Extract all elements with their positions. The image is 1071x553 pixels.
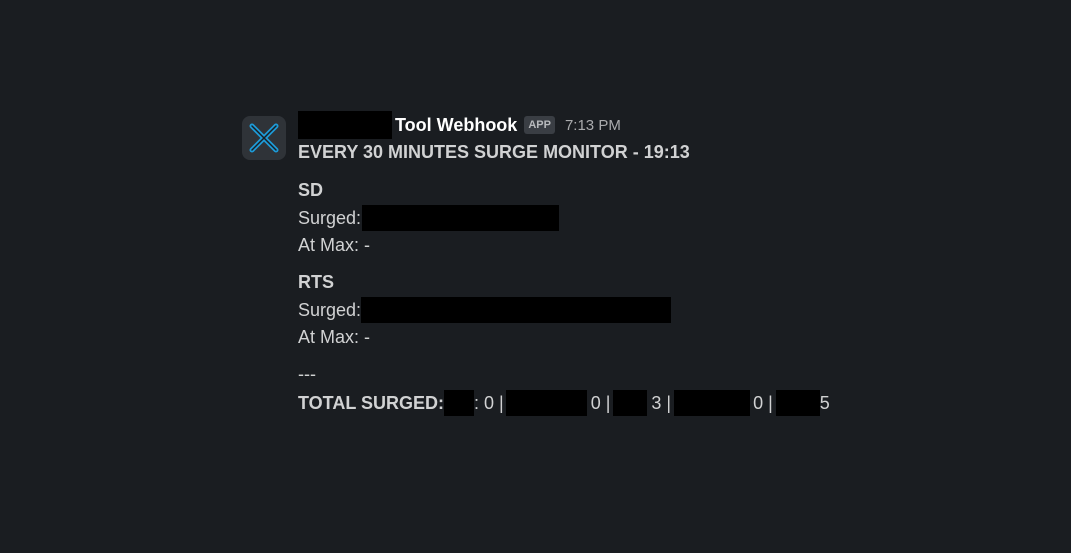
- redacted-total-1: [444, 390, 475, 416]
- separator: ---: [298, 364, 316, 384]
- sender-name[interactable]: Tool Webhook: [395, 115, 517, 136]
- total-value-2: 0 |: [590, 393, 611, 413]
- message-title: EVERY 30 MINUTES SURGE MONITOR - 19:13: [298, 142, 690, 162]
- section-heading-sd: SD: [298, 180, 324, 200]
- redacted-rts-surged: [361, 297, 672, 323]
- rts-surged-line: Surged:: [298, 297, 672, 323]
- total-surged-label: TOTAL SURGED:: [298, 393, 445, 413]
- x-logo-icon: [249, 123, 279, 153]
- section-heading-rts: RTS: [298, 272, 334, 292]
- redacted-sd-surged: [362, 205, 560, 231]
- redacted-total-2: [505, 390, 587, 416]
- total-value-5: 5: [819, 393, 830, 413]
- redacted-total-4: [674, 390, 751, 416]
- sd-surged-label: Surged:: [298, 208, 362, 228]
- message-header: Tool Webhook APP 7:13 PM: [298, 109, 621, 141]
- redacted-total-3: [613, 390, 648, 416]
- sd-surged-line: Surged:: [298, 205, 560, 231]
- timestamp[interactable]: 7:13 PM: [565, 117, 621, 134]
- app-avatar[interactable]: [242, 116, 286, 160]
- total-surged-line: TOTAL SURGED: : 0 | 0 | 3 | 0 | 5: [298, 390, 830, 416]
- sd-at-max-line: At Max: -: [298, 235, 371, 255]
- app-badge: APP: [524, 116, 555, 134]
- total-value-4: 0 |: [753, 393, 773, 413]
- total-value-1: : 0 |: [474, 393, 504, 413]
- redacted-total-5: [775, 390, 820, 416]
- message: Tool Webhook APP 7:13 PM EVERY 30 MINUTE…: [242, 108, 1022, 428]
- rts-surged-label: Surged:: [298, 300, 362, 320]
- redacted-sender: [298, 111, 392, 139]
- total-value-3: 3 |: [651, 393, 672, 413]
- rts-at-max-line: At Max: -: [298, 327, 371, 347]
